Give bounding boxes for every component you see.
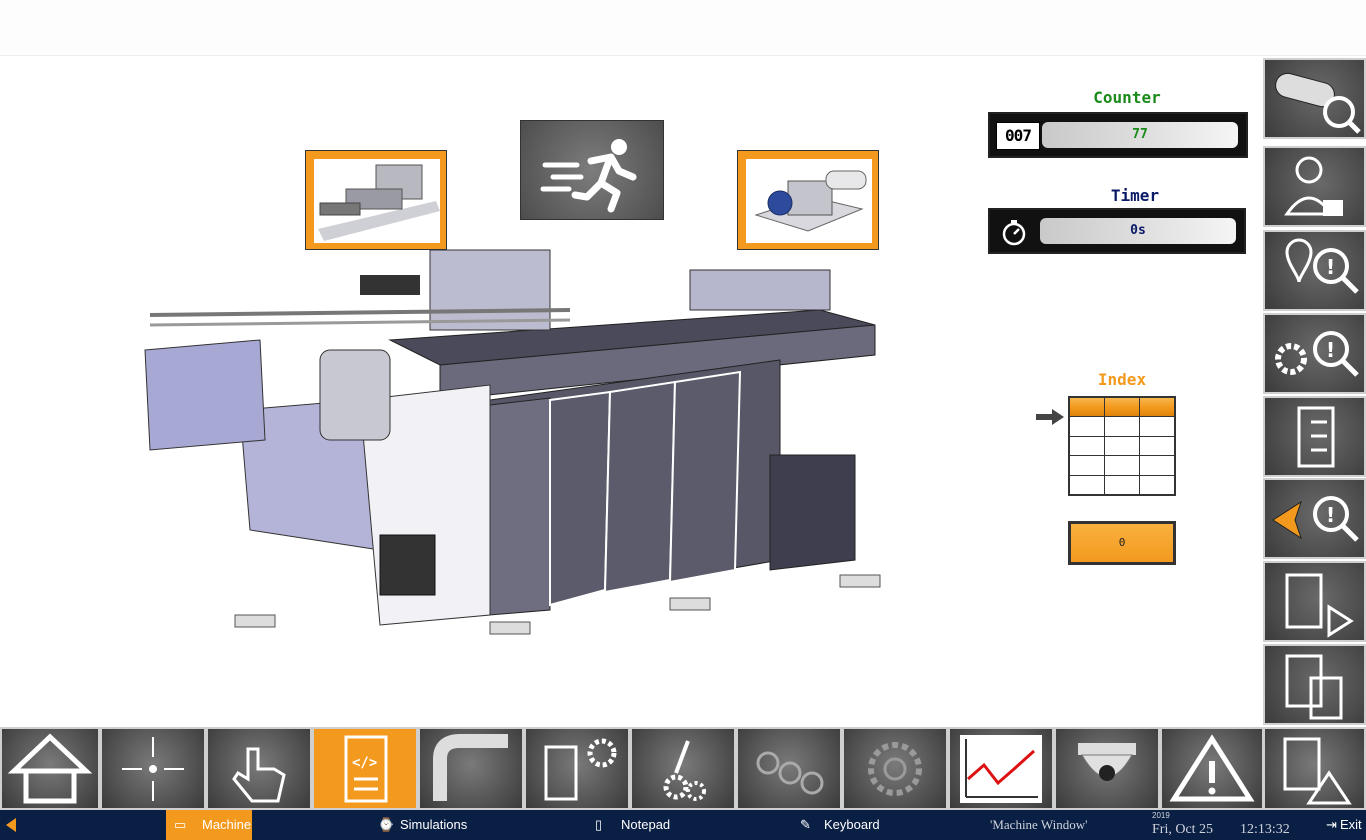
toolbar-home-button[interactable] (0, 727, 100, 810)
sidebar-button-checklist[interactable] (1263, 396, 1366, 477)
speed-tile[interactable] (520, 120, 664, 220)
pipe-search-icon (1275, 72, 1361, 134)
odometer-icon: 007 (996, 122, 1040, 150)
toolbar-statistics-button[interactable] (948, 727, 1054, 810)
toolbar-rollers-button[interactable] (736, 727, 842, 810)
settings-search-icon: ! (1275, 331, 1359, 377)
sidebar-button-back-search[interactable]: ! (1263, 478, 1366, 559)
toolbar-robot-button[interactable] (630, 727, 736, 810)
index-row-selected[interactable] (1068, 396, 1176, 418)
toolbar-camera-button[interactable] (1054, 727, 1160, 810)
index-row[interactable] (1068, 416, 1176, 437)
timer-display: 0s (988, 208, 1246, 254)
simulations-icon: ⌚ (378, 817, 395, 832)
clipboard-warning-icon (1283, 737, 1352, 805)
bend-pipe-icon (433, 734, 508, 801)
taskbar-simulations-label: Simulations (400, 817, 468, 832)
toolbar-center-button[interactable] (100, 727, 206, 810)
machine-window: Counter 007 77 Timer 0s Index 0 ! ! ! </… (0, 0, 1366, 840)
sidebar-button-pipe-search[interactable] (1263, 58, 1366, 139)
sidebar-button-run-program[interactable] (1263, 561, 1366, 642)
toolbar-gear-button[interactable] (842, 727, 948, 810)
index-row[interactable] (1068, 474, 1176, 496)
clipboard-play-icon (1285, 573, 1354, 638)
toolbar-tooling-button[interactable] (524, 727, 630, 810)
svg-text:!: ! (1326, 255, 1335, 279)
taskbar-notepad-label: Notepad (621, 817, 671, 832)
home-icon (7, 733, 93, 804)
clipboard-copy-icon (1285, 654, 1343, 720)
row-pointer-arrow-icon (1036, 409, 1064, 425)
taskbar-keyboard-label: Keyboard (824, 817, 880, 832)
top-bar (0, 0, 1366, 56)
index-title: Index (1097, 370, 1147, 389)
index-row[interactable] (1068, 435, 1176, 457)
code-document-icon: </> (344, 735, 388, 803)
chart-trend-icon (960, 735, 1042, 803)
taskbar-keyboard-tab[interactable]: ✎ Keyboard (800, 810, 880, 840)
sidebar-button-settings-search[interactable]: ! (1263, 313, 1366, 394)
hand-pointer-icon (232, 747, 286, 803)
sidebar-button-user-lock[interactable] (1263, 146, 1366, 227)
notepad-icon: ▯ (595, 817, 603, 832)
year-label: 2019 (1152, 811, 1170, 820)
user-lock-icon (1284, 156, 1343, 216)
center-arrows-icon (122, 737, 184, 801)
counter-display: 007 77 (988, 112, 1248, 158)
svg-text:!: ! (1326, 338, 1335, 362)
pencil-icon: ✎ (800, 817, 811, 832)
sidebar-button-copy-program[interactable] (1263, 644, 1366, 725)
running-man-icon (540, 139, 637, 213)
counter-title: Counter (1093, 88, 1161, 107)
sidebar-button-home-position-search[interactable]: ! (1263, 230, 1366, 311)
taskbar-machine-label: Machine (202, 817, 252, 832)
toolbar-manual-button[interactable] (206, 727, 312, 810)
timer-title: Timer (1110, 186, 1160, 205)
stopwatch-icon (1002, 220, 1026, 246)
taskbar-notepad-tab[interactable]: ▯ Notepad (595, 810, 675, 840)
rollers-icon (756, 751, 824, 795)
svg-text:!: ! (1326, 503, 1335, 527)
index-reset-button[interactable]: 0 (1068, 521, 1176, 565)
index-table[interactable] (1068, 396, 1176, 496)
tube-bending-machine-illustration (144, 249, 881, 635)
window-title: 'Machine Window' (990, 817, 1088, 832)
counter-value: 77 (1042, 122, 1238, 148)
exit-icon: ⇥ (1326, 817, 1337, 832)
timer-value: 0s (1040, 218, 1236, 244)
home-location-search-icon: ! (1285, 238, 1359, 294)
back-arrow-search-icon: ! (1272, 496, 1359, 542)
taskbar: ▭ Machine ⌚ Simulations ▯ Notepad ✎ Keyb… (0, 810, 1366, 840)
taskbar-simulations-tab[interactable]: ⌚ Simulations (378, 810, 478, 840)
warning-icon (1169, 734, 1255, 802)
taskbar-exit-label: Exit (1340, 817, 1362, 832)
index-row[interactable] (1068, 455, 1176, 476)
toolbar-alarm-button[interactable] (1160, 727, 1264, 810)
gear-icon (868, 742, 922, 796)
taskbar-machine-tab[interactable]: ▭ Machine (166, 810, 252, 840)
camera-icon (1078, 743, 1136, 781)
svg-text:</>: </> (352, 755, 377, 771)
robot-arm-settings-icon (663, 740, 706, 801)
time-label: 12:13:32 (1240, 822, 1290, 837)
taskbar-exit-button[interactable]: ⇥ Exit (1326, 810, 1366, 840)
toolbar-program-alarm-button[interactable] (1263, 727, 1366, 810)
toolbar-program-button[interactable]: </> (312, 727, 418, 810)
die-settings-icon (544, 738, 617, 801)
monitor-icon: ▭ (174, 817, 187, 832)
toolbar-bend-button[interactable] (418, 727, 524, 810)
checklist-icon (1297, 406, 1335, 468)
date-label: Fri, Oct 25 (1152, 822, 1214, 837)
start-arrow-icon[interactable] (2, 810, 18, 840)
